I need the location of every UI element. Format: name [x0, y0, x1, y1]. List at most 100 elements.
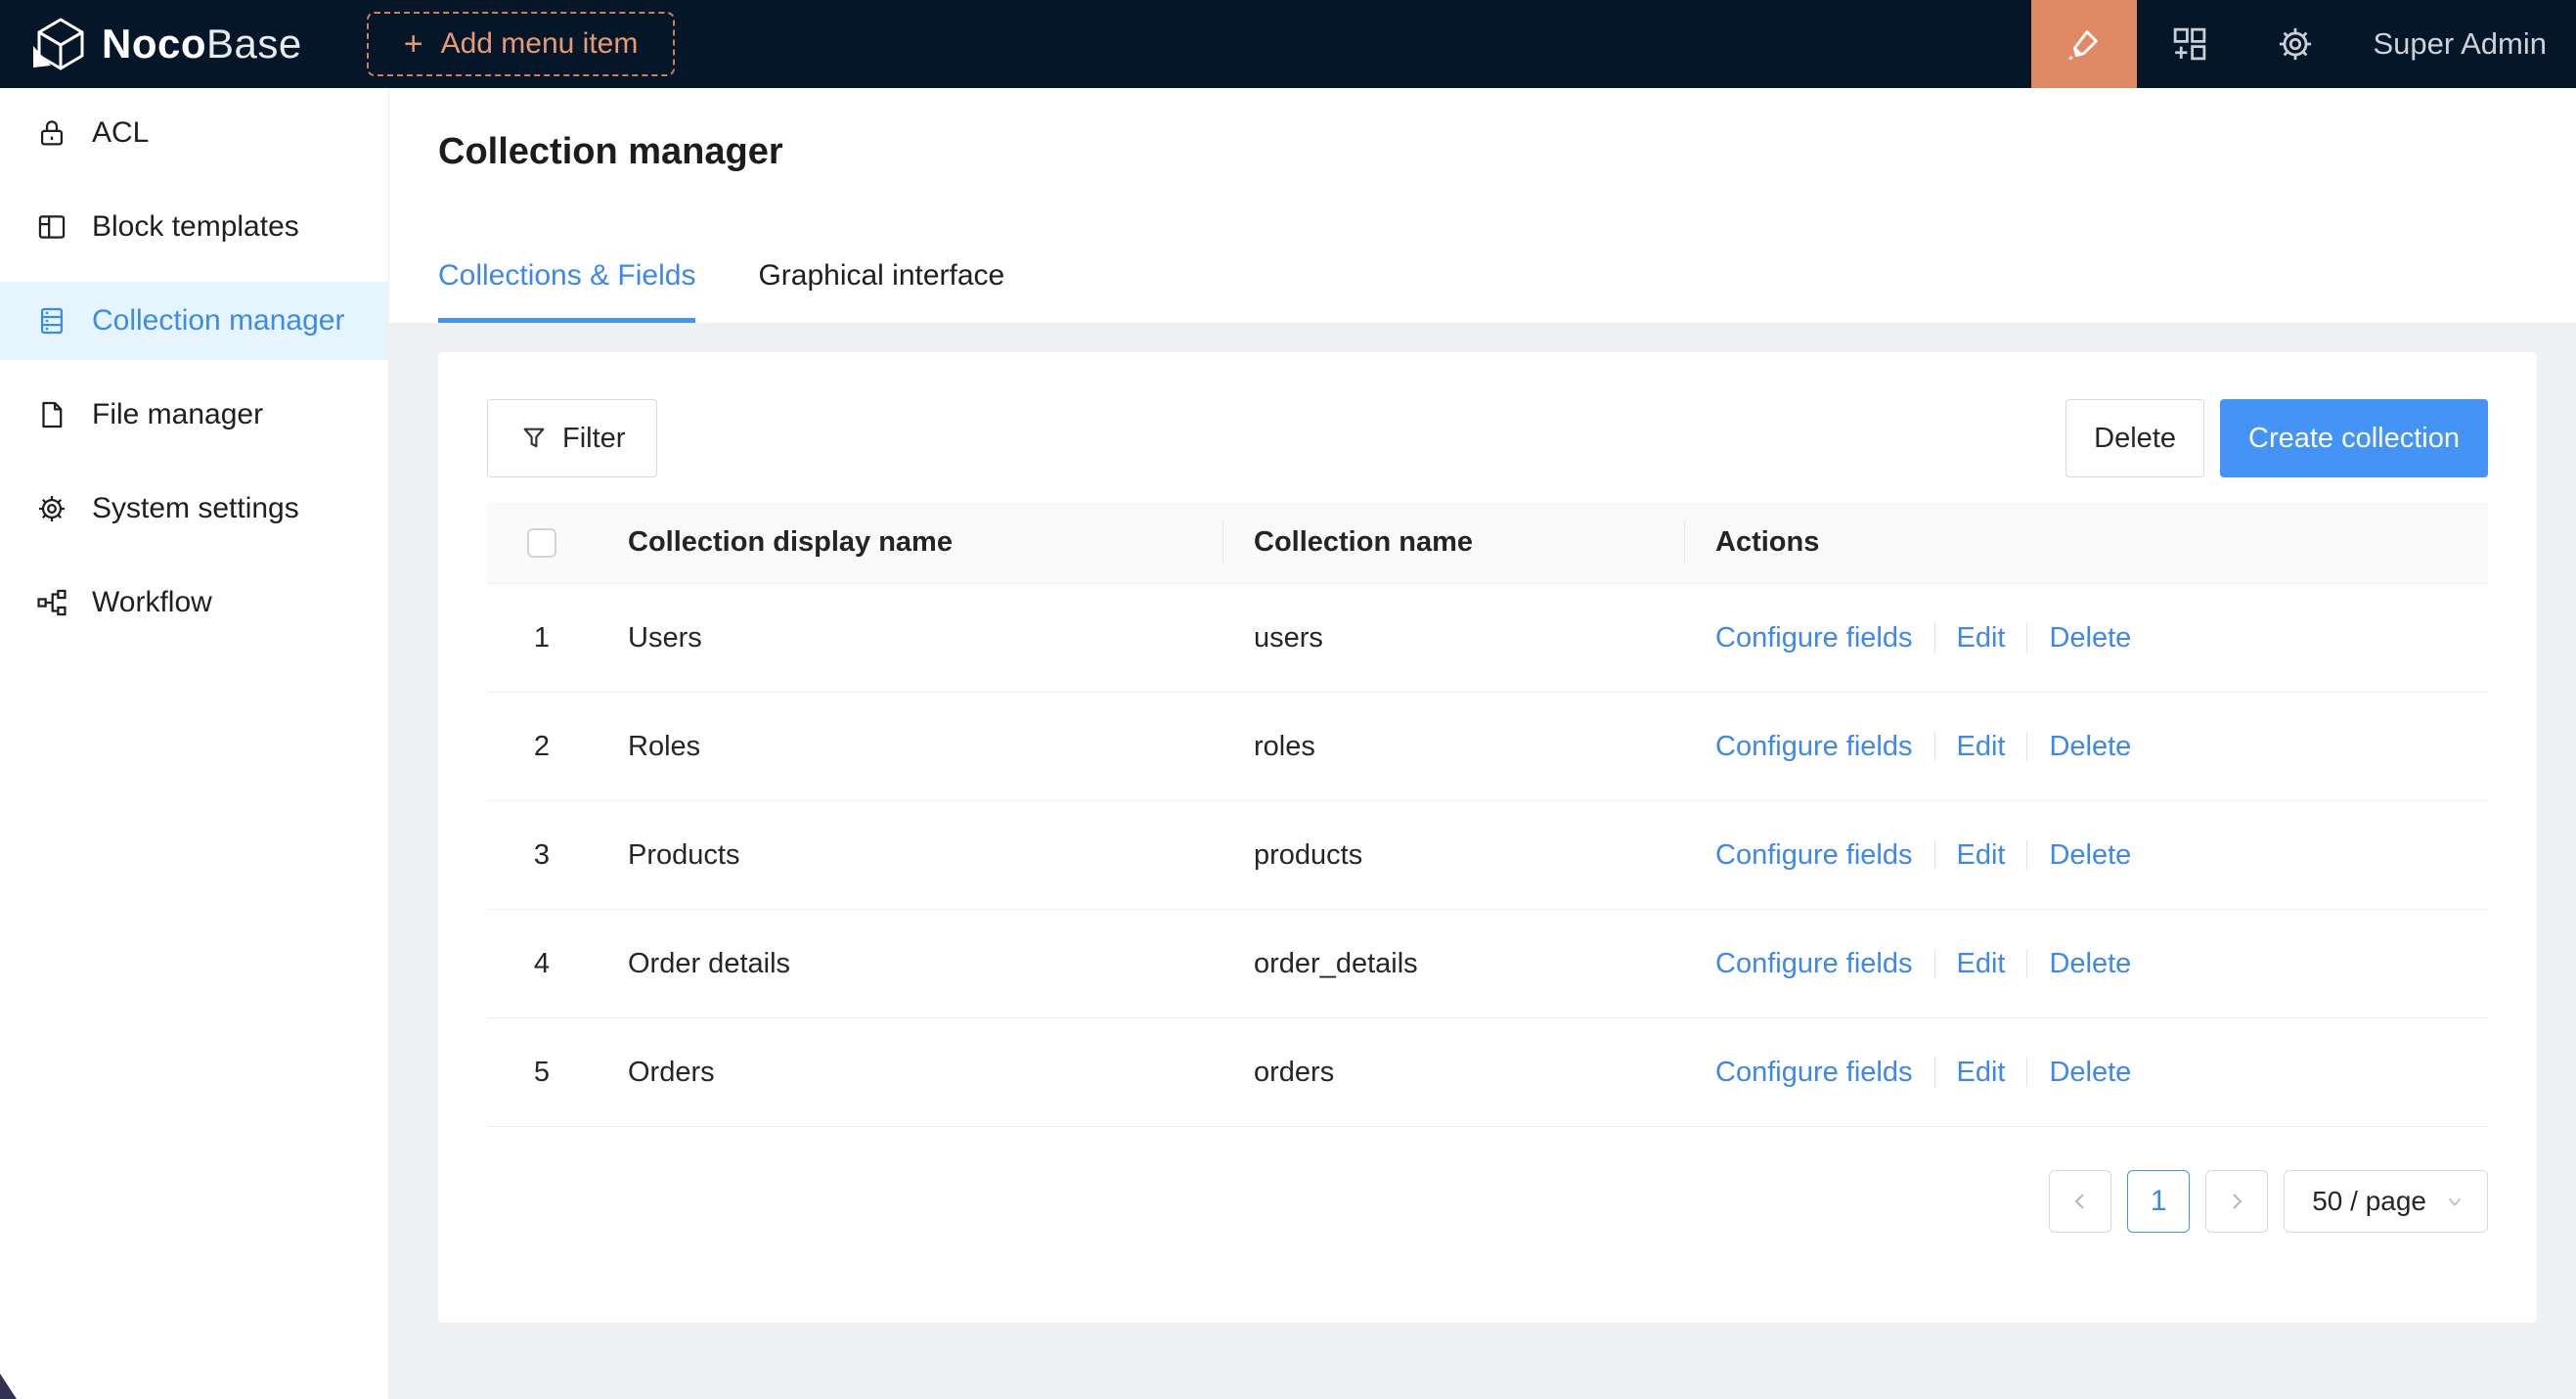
- collection-name: order_details: [1222, 948, 1684, 980]
- table-row: 1 Users users Configure fields Edit Dele…: [487, 584, 2488, 693]
- collection-display-name: Products: [597, 839, 1222, 872]
- sidebar-item-collection-manager[interactable]: Collection manager: [0, 282, 388, 360]
- row-actions: Configure fields Edit Delete: [1684, 948, 2488, 980]
- plus-icon: +: [404, 27, 423, 61]
- header-actions: Super Admin: [2031, 0, 2576, 88]
- create-collection-button[interactable]: Create collection: [2220, 399, 2488, 477]
- add-menu-item-button[interactable]: + Add menu item: [367, 12, 676, 76]
- row-actions: Configure fields Edit Delete: [1684, 1057, 2488, 1089]
- table-row: 3 Products products Configure fields Edi…: [487, 801, 2488, 910]
- delete-link[interactable]: Delete: [2049, 839, 2131, 872]
- sidebar-item-acl[interactable]: ACL: [0, 94, 388, 172]
- edit-link[interactable]: Edit: [1957, 1057, 2006, 1089]
- action-divider: [1934, 1058, 1935, 1087]
- action-divider: [2026, 840, 2027, 870]
- action-divider: [2026, 732, 2027, 761]
- workflow-icon: [35, 586, 68, 619]
- layout-icon: [35, 210, 68, 244]
- action-divider: [2026, 623, 2027, 653]
- page-title: Collection manager: [438, 131, 2576, 173]
- collections-table: Collection display name Collection name …: [487, 502, 2488, 1127]
- plugin-manager-button[interactable]: [2137, 0, 2243, 88]
- table-toolbar: Filter Delete Create collection: [487, 399, 2488, 477]
- configure-fields-link[interactable]: Configure fields: [1715, 839, 1913, 872]
- page-1-button[interactable]: 1: [2127, 1170, 2190, 1233]
- sidebar-item-label: File manager: [92, 398, 263, 431]
- sidebar-item-system-settings[interactable]: System settings: [0, 470, 388, 548]
- configure-fields-link[interactable]: Configure fields: [1715, 622, 1913, 654]
- collections-card: Filter Delete Create collection Collecti…: [438, 352, 2537, 1323]
- file-icon: [35, 398, 68, 431]
- sidebar-item-label: Workflow: [92, 586, 212, 619]
- chevron-left-icon: [2068, 1190, 2092, 1213]
- collection-name: products: [1222, 839, 1684, 872]
- configure-fields-link[interactable]: Configure fields: [1715, 731, 1913, 763]
- action-divider: [1934, 949, 1935, 978]
- table-row: 4 Order details order_details Configure …: [487, 910, 2488, 1018]
- edit-link[interactable]: Edit: [1957, 839, 2006, 872]
- delete-link[interactable]: Delete: [2049, 1057, 2131, 1089]
- action-divider: [1934, 623, 1935, 653]
- lock-icon: [35, 116, 68, 150]
- sidebar-item-block-templates[interactable]: Block templates: [0, 188, 388, 266]
- action-divider: [1934, 840, 1935, 870]
- select-all-checkbox[interactable]: [527, 528, 556, 558]
- database-icon: [35, 304, 68, 338]
- current-user[interactable]: Super Admin: [2374, 26, 2548, 62]
- row-actions: Configure fields Edit Delete: [1684, 622, 2488, 654]
- row-index: 4: [487, 948, 597, 980]
- edit-link[interactable]: Edit: [1957, 622, 2006, 654]
- row-actions: Configure fields Edit Delete: [1684, 731, 2488, 763]
- page-size-value: 50 / page: [2312, 1186, 2426, 1217]
- row-index: 3: [487, 839, 597, 872]
- top-header: NocoBase + Add menu item: [0, 0, 2576, 88]
- page-size-select[interactable]: 50 / page: [2284, 1170, 2488, 1233]
- content-area: Filter Delete Create collection Collecti…: [389, 323, 2576, 1399]
- tab-graphical-interface[interactable]: Graphical interface: [758, 259, 1004, 323]
- column-header-actions: Actions: [1684, 502, 2488, 583]
- nocobase-logo-icon: [29, 17, 86, 71]
- chevron-right-icon: [2225, 1190, 2248, 1213]
- gear-icon: [2275, 23, 2316, 65]
- row-index: 1: [487, 622, 597, 654]
- next-page-button[interactable]: [2205, 1170, 2268, 1233]
- chevron-down-icon: [2444, 1191, 2465, 1212]
- sidebar: ACL Block templates Collection manager F…: [0, 88, 389, 1399]
- sidebar-item-label: Block templates: [92, 210, 299, 244]
- filter-button[interactable]: Filter: [487, 399, 657, 477]
- add-menu-item-label: Add menu item: [441, 27, 639, 61]
- collection-display-name: Order details: [597, 948, 1222, 980]
- filter-label: Filter: [562, 423, 625, 455]
- action-divider: [1934, 732, 1935, 761]
- ui-editor-button[interactable]: [2031, 0, 2137, 88]
- table-row: 5 Orders orders Configure fields Edit De…: [487, 1018, 2488, 1127]
- settings-button[interactable]: [2243, 0, 2348, 88]
- collection-display-name: Roles: [597, 731, 1222, 763]
- edit-link[interactable]: Edit: [1957, 731, 2006, 763]
- nocobase-logo: NocoBase: [29, 17, 302, 71]
- row-index: 5: [487, 1057, 597, 1089]
- plugin-manager-icon: [2169, 23, 2210, 65]
- sidebar-item-file-manager[interactable]: File manager: [0, 376, 388, 454]
- delete-link[interactable]: Delete: [2049, 731, 2131, 763]
- prev-page-button[interactable]: [2049, 1170, 2111, 1233]
- configure-fields-link[interactable]: Configure fields: [1715, 1057, 1913, 1089]
- table-row: 2 Roles roles Configure fields Edit Dele…: [487, 693, 2488, 801]
- collection-name: users: [1222, 622, 1684, 654]
- highlighter-icon: [2065, 24, 2104, 64]
- table-header-row: Collection display name Collection name …: [487, 502, 2488, 584]
- action-divider: [2026, 949, 2027, 978]
- delete-link[interactable]: Delete: [2049, 622, 2131, 654]
- configure-fields-link[interactable]: Configure fields: [1715, 948, 1913, 980]
- tab-collections-fields[interactable]: Collections & Fields: [438, 259, 695, 323]
- delete-link[interactable]: Delete: [2049, 948, 2131, 980]
- edit-link[interactable]: Edit: [1957, 948, 2006, 980]
- column-header-display-name: Collection display name: [597, 502, 1222, 583]
- main-area: Collection manager Collections & Fields …: [389, 88, 2576, 1399]
- sidebar-item-workflow[interactable]: Workflow: [0, 564, 388, 642]
- gear-icon: [35, 492, 68, 525]
- filter-icon: [519, 424, 549, 453]
- action-divider: [2026, 1058, 2027, 1087]
- sidebar-item-label: Collection manager: [92, 304, 344, 338]
- delete-button[interactable]: Delete: [2065, 399, 2204, 477]
